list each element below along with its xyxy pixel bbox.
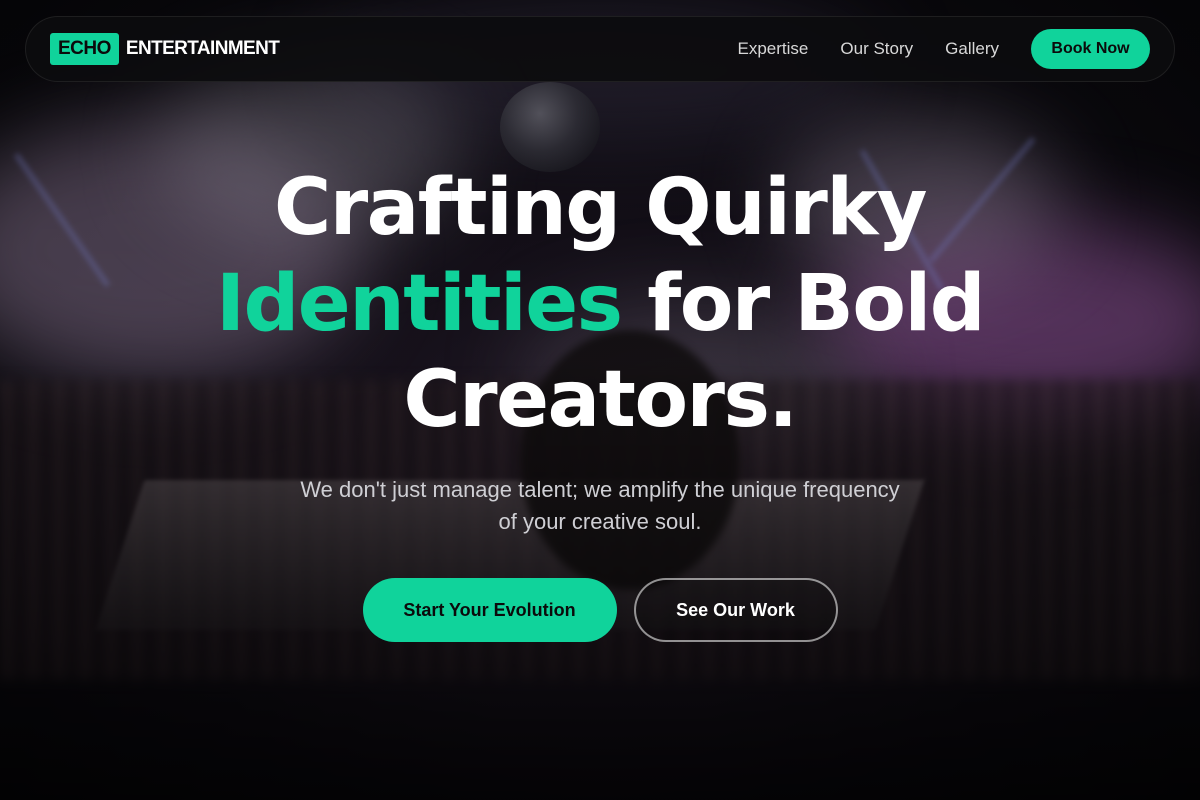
headline-line-1: Crafting Quirky xyxy=(273,163,928,253)
brand-logo[interactable]: ECHO ENTERTAINMENT xyxy=(50,33,280,65)
top-navbar: ECHO ENTERTAINMENT Expertise Our Story G… xyxy=(25,16,1175,82)
see-our-work-button[interactable]: See Our Work xyxy=(633,578,838,642)
brand-logo-box: ECHO xyxy=(50,33,119,65)
nav-menu: Expertise Our Story Gallery Book Now xyxy=(706,29,1150,69)
start-evolution-button[interactable]: Start Your Evolution xyxy=(362,578,617,642)
hero-subtitle: We don't just manage talent; we amplify … xyxy=(300,477,900,534)
headline-accent-word: Identities xyxy=(215,259,623,349)
hero-headline: Crafting Quirky Identities for Bold Crea… xyxy=(0,160,1200,448)
book-now-button[interactable]: Book Now xyxy=(1031,29,1150,69)
nav-link-expertise[interactable]: Expertise xyxy=(738,39,809,59)
hero-cta-group: Start Your Evolution See Our Work xyxy=(0,578,1200,642)
headline-line-2-rest: for Bold xyxy=(647,259,985,349)
hero-section: Crafting Quirky Identities for Bold Crea… xyxy=(0,160,1200,642)
headline-line-3: Creators. xyxy=(403,355,798,445)
nav-link-gallery[interactable]: Gallery xyxy=(945,39,999,59)
brand-logo-word: ENTERTAINMENT xyxy=(125,38,280,59)
nav-link-our-story[interactable]: Our Story xyxy=(840,39,913,59)
